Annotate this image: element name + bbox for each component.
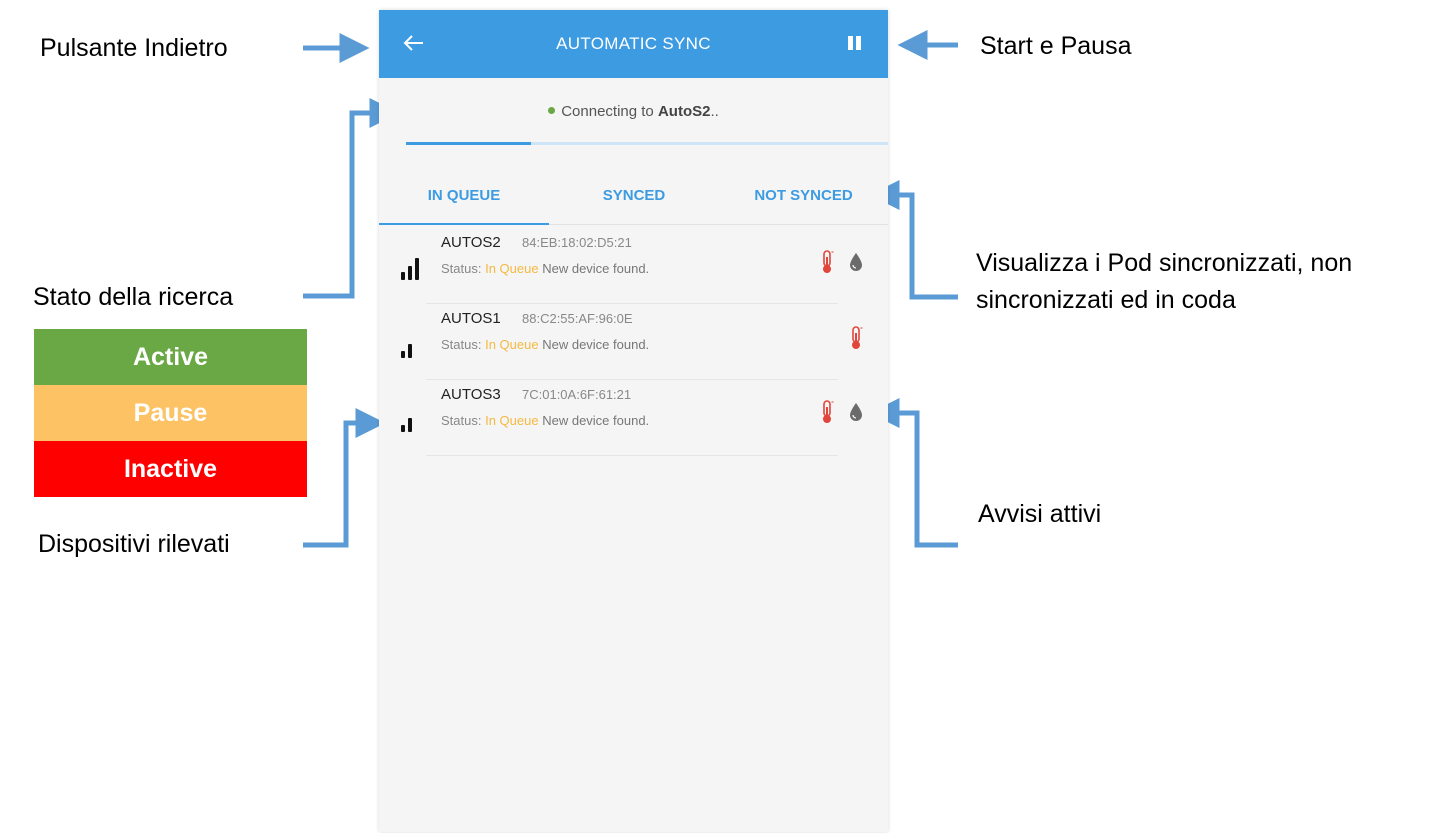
pause-icon-bar xyxy=(856,36,861,50)
callout-view-pods-line2: sincronizzati ed in coda xyxy=(976,286,1236,314)
device-name: AUTOS3 xyxy=(441,386,501,403)
status-suffix: .. xyxy=(710,103,719,120)
legend-active: Active xyxy=(34,329,307,385)
callout-back-button: Pulsante Indietro xyxy=(40,34,228,62)
tab-synced[interactable]: SYNCED xyxy=(549,180,719,225)
thermometer-icon xyxy=(819,250,835,274)
legend-inactive-label: Inactive xyxy=(123,454,218,483)
status-value: In Queue xyxy=(485,261,539,276)
status-message: New device found. xyxy=(542,261,650,276)
tab-in-queue[interactable]: IN QUEUE xyxy=(379,180,549,225)
sync-progress-bar xyxy=(406,142,888,145)
callout-search-state: Stato della ricerca xyxy=(33,283,234,311)
app-title: AUTOMATIC SYNC xyxy=(556,34,711,53)
status-label: Status: xyxy=(441,337,482,352)
callout-active-alerts: Avvisi attivi xyxy=(978,500,1102,528)
connected-dot-icon xyxy=(548,106,556,114)
app-bar: AUTOMATIC SYNC xyxy=(379,10,888,78)
search-status: Connecting to AutoS2.. xyxy=(379,103,888,120)
arrow-alerts xyxy=(869,398,958,548)
status-device: AutoS2 xyxy=(657,103,711,120)
device-status: Status: In Queue New device found. xyxy=(441,413,649,428)
status-label: Status: xyxy=(441,413,482,428)
list-item[interactable]: AUTOS2 84:EB:18:02:D5:21 Status: In Queu… xyxy=(379,228,888,304)
callout-view-pods-line1: Visualizza i Pod sincronizzati, non xyxy=(976,249,1353,277)
water-drop-icon xyxy=(848,401,864,423)
legend-active-label: Active xyxy=(132,342,209,371)
status-value: In Queue xyxy=(485,413,539,428)
pause-icon xyxy=(848,36,853,50)
device-name: AUTOS1 xyxy=(441,310,501,327)
water-drop-icon xyxy=(848,251,864,273)
legend-pause-label: Pause xyxy=(133,398,208,427)
status-label: Status: xyxy=(441,261,482,276)
list-item[interactable]: AUTOS1 88:C2:55:AF:96:0E Status: In Queu… xyxy=(379,304,888,380)
legend-inactive: Inactive xyxy=(34,441,307,497)
device-mac: 7C:01:0A:6F:61:21 xyxy=(522,387,632,402)
signal-strength-icon xyxy=(399,402,429,432)
status-prefix: Connecting to xyxy=(561,103,654,120)
status-message: New device found. xyxy=(542,413,650,428)
status-value: In Queue xyxy=(485,337,539,352)
thermometer-icon xyxy=(848,326,864,350)
list-item[interactable]: AUTOS3 7C:01:0A:6F:61:21 Status: In Queu… xyxy=(379,380,888,456)
row-divider xyxy=(426,455,838,456)
callout-detected-devices: Dispositivi rilevati xyxy=(38,530,230,558)
thermometer-icon xyxy=(819,400,835,424)
sync-progress-fill xyxy=(406,142,532,145)
device-mac: 84:EB:18:02:D5:21 xyxy=(522,235,632,250)
arrow-view-pods xyxy=(869,180,958,300)
pause-button[interactable] xyxy=(844,32,864,56)
tab-not-synced[interactable]: NOT SYNCED xyxy=(719,180,888,225)
arrow-devices xyxy=(303,408,386,548)
device-name: AUTOS2 xyxy=(441,234,501,251)
phone-screen: AUTOMATIC SYNC Connecting to AutoS2.. IN… xyxy=(379,10,888,832)
signal-strength-icon xyxy=(399,250,429,280)
device-mac: 88:C2:55:AF:96:0E xyxy=(522,311,633,326)
tab-bar: IN QUEUE SYNCED NOT SYNCED xyxy=(379,180,888,225)
legend-pause: Pause xyxy=(34,385,307,441)
signal-strength-icon xyxy=(399,328,429,358)
device-status: Status: In Queue New device found. xyxy=(441,261,649,276)
callout-start-pause: Start e Pausa xyxy=(980,32,1132,60)
status-message: New device found. xyxy=(542,337,650,352)
device-status: Status: In Queue New device found. xyxy=(441,337,649,352)
